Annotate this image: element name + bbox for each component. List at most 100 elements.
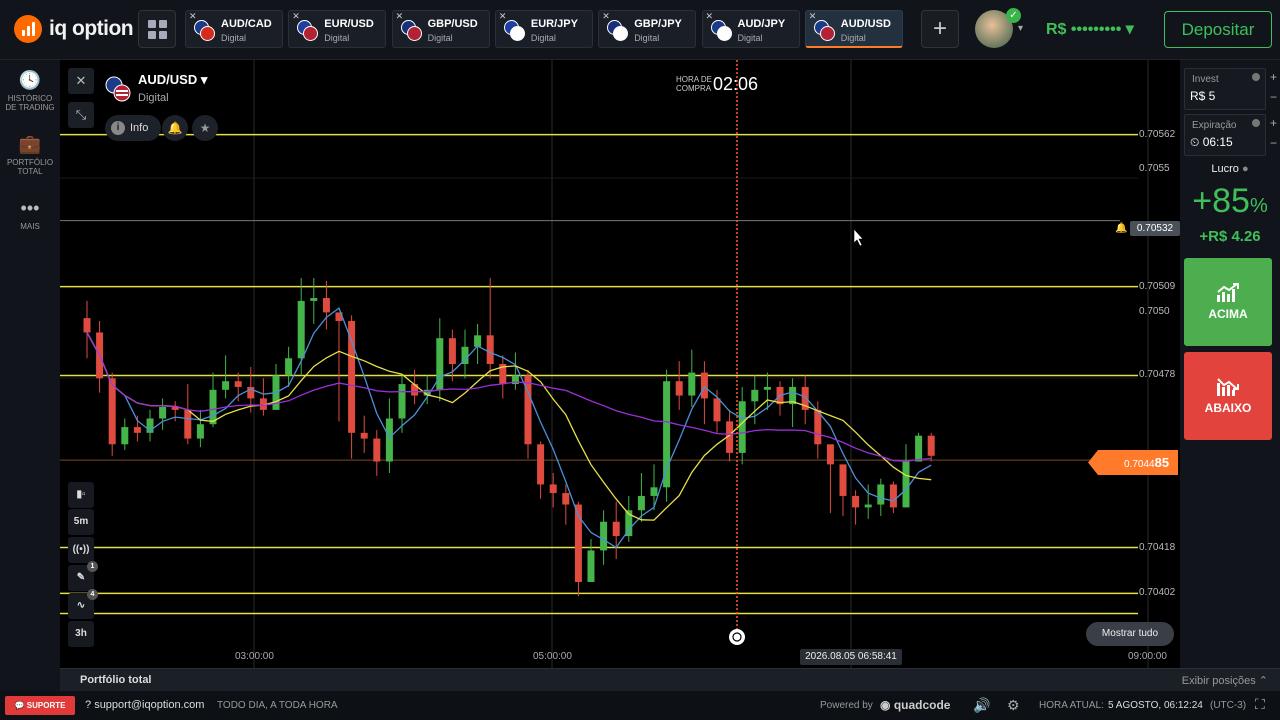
support-email[interactable]: ? support@iqoption.com [85, 699, 204, 711]
logo-text: iq option [49, 17, 134, 40]
tab-aud-jpy[interactable]: ✕ AUD/JPY Digital [701, 10, 800, 48]
clock-icon: 🕓 [18, 70, 42, 90]
tab-label: GBP/USD [427, 18, 478, 30]
candle-body [675, 381, 683, 396]
candle-body [549, 484, 557, 494]
chart-type-button[interactable]: ▮▫ [68, 482, 94, 508]
candles-icon: ▮▫ [76, 489, 86, 500]
settings-gear-icon[interactable]: ⚙ [1007, 697, 1020, 714]
chevron-down-icon[interactable]: ▾ [1018, 23, 1023, 34]
invest-plus-button[interactable]: + [1269, 70, 1278, 84]
expiry-value[interactable]: ⏲ 06:15 [1190, 135, 1233, 150]
candle-body [537, 444, 545, 485]
tab-sublabel: Digital [634, 33, 660, 43]
portfolio-total-label[interactable]: Portfólio total [80, 674, 152, 686]
chart-area[interactable]: ✕ ⤡ AUD/USD ▾ Digital i Info 🔔 ★ HORA DE C… [60, 60, 1180, 668]
help-circle-icon: ? [85, 699, 92, 711]
candle-body [763, 386, 771, 390]
indicators-button[interactable]: ∿ 4 [68, 589, 98, 619]
drawing-tools-button[interactable]: ✎ 1 [68, 561, 98, 591]
add-asset-button[interactable]: + [921, 10, 959, 48]
star-icon[interactable]: ★ [192, 115, 218, 141]
tab-eur-jpy[interactable]: ✕ EUR/JPY Digital [494, 10, 593, 48]
profit-title: Lucro ● [1211, 163, 1249, 175]
volume-icon[interactable]: 🔊 [973, 697, 990, 714]
candle-body [411, 384, 419, 396]
tab-gbp-usd[interactable]: ✕ GBP/USD Digital [391, 10, 490, 48]
expiry-plus-button[interactable]: + [1269, 116, 1278, 130]
help-icon[interactable] [1252, 119, 1260, 127]
account-balance[interactable]: R$ ••••••••• ▾ [1046, 19, 1134, 39]
info-button[interactable]: i Info [105, 115, 161, 141]
price-axis-label: 0.70509 [1139, 280, 1176, 292]
candle-body [587, 550, 595, 582]
invest-field[interactable]: Invest R$ 5 [1184, 68, 1266, 110]
powered-by: Powered by [820, 700, 873, 711]
candle-body [398, 384, 406, 419]
expiry-minus-button[interactable]: − [1269, 136, 1278, 150]
mouse-cursor-icon [853, 228, 864, 247]
current-time-value: 5 AGOSTO, 06:12:24 [1108, 700, 1203, 711]
candle-body [222, 381, 230, 390]
tab-label: EUR/USD [324, 18, 374, 30]
portfolio-bar[interactable]: Portfólio total Exibir posições ⌃ [60, 668, 1280, 691]
close-icon[interactable]: ✕ [68, 68, 94, 94]
support-button[interactable]: 💬 SUPORTE [5, 696, 75, 715]
asset-grid-button[interactable] [138, 10, 176, 48]
candle-body [234, 381, 242, 387]
tab-aud-cad[interactable]: ✕ AUD/CAD Digital [185, 10, 283, 48]
sidebar-item-more[interactable]: ••• MAIS [0, 198, 60, 231]
collapse-icon[interactable]: ⤡ [68, 102, 94, 128]
sidebar-item-history[interactable]: 🕓 HISTÓRICO DE TRADING [0, 70, 60, 112]
portfolio-label-line1: PORTFÓLIO [6, 158, 54, 167]
candle-body [877, 484, 885, 505]
sidebar-item-portfolio[interactable]: 💼 PORTFÓLIO TOTAL [0, 134, 60, 176]
show-positions-button[interactable]: Exibir posições ⌃ [1182, 674, 1268, 687]
purchase-time-value: 02:06 [713, 74, 759, 94]
currency-pair-flag-icon [813, 20, 836, 42]
invest-title: Invest [1192, 74, 1219, 85]
candle-body [562, 493, 570, 505]
candle-body [663, 381, 671, 488]
bell-icon[interactable]: 🔔 [162, 115, 188, 141]
tab-label: GBP/JPY [634, 18, 682, 30]
portfolio-label-line2: TOTAL [17, 167, 43, 176]
tab-eur-usd[interactable]: ✕ EUR/USD Digital [288, 10, 387, 48]
invest-minus-button[interactable]: − [1269, 90, 1278, 104]
trend-down-icon [1217, 378, 1239, 396]
period-button[interactable]: 3h [68, 621, 94, 647]
deposit-button[interactable]: Depositar [1164, 11, 1272, 48]
asset-name: AUD/USD ▾ [138, 72, 208, 87]
timeframe-button[interactable]: 5m [68, 509, 94, 535]
cursor-timestamp: 2026.08.05 06:58:41 [800, 649, 902, 665]
tab-sublabel: Digital [221, 33, 247, 43]
indicators-badge: 4 [87, 589, 98, 600]
candle-body [436, 338, 444, 390]
tab-aud-usd[interactable]: ✕ AUD/USD Digital [804, 10, 903, 48]
drawing-badge: 1 [87, 561, 98, 572]
fullscreen-icon[interactable]: ⛶ [1255, 696, 1265, 713]
help-icon[interactable] [1252, 73, 1260, 81]
tab-sublabel: Digital [737, 33, 763, 43]
down-button[interactable]: ABAIXO [1184, 352, 1272, 440]
show-all-button[interactable]: Mostrar tudo [1086, 622, 1174, 646]
tab-sublabel: Digital [840, 33, 866, 43]
up-button[interactable]: ACIMA [1184, 258, 1272, 346]
currency-pair-flag-icon [194, 20, 216, 42]
candle-body [486, 335, 494, 364]
expiry-field[interactable]: Expiração ⏲ 06:15 [1184, 114, 1266, 156]
signal-button[interactable]: ((•)) [68, 537, 94, 563]
price-chart[interactable] [60, 60, 1180, 668]
iq-option-logo[interactable]: iq option [14, 15, 134, 43]
history-label-line2: DE TRADING [5, 103, 55, 112]
alert-price-label[interactable]: 0.70532 [1130, 221, 1180, 236]
candle-body [159, 407, 167, 419]
currency-pair-flag-icon [400, 20, 423, 42]
logo-mark-icon [14, 15, 42, 43]
tab-label: EUR/JPY [530, 18, 578, 30]
candle-body [448, 338, 456, 364]
alert-bell-icon[interactable]: 🔔 [1115, 223, 1127, 234]
profit-value: +R$ 4.26 [1199, 228, 1261, 245]
invest-value[interactable]: R$ 5 [1190, 89, 1215, 103]
tab-gbp-jpy[interactable]: ✕ GBP/JPY Digital [598, 10, 697, 48]
